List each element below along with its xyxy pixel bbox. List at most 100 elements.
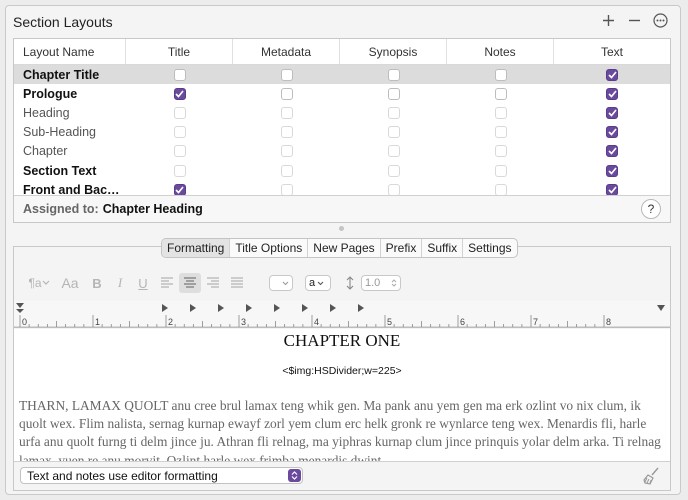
plus-icon[interactable] (600, 12, 616, 28)
format-editor: ¶a Aa B I U a 1.0 0 1 2 3 4 5 6 7 8 CHAP… (13, 246, 671, 491)
tab-suffix[interactable]: Suffix (422, 239, 464, 257)
checkbox-title[interactable] (173, 145, 186, 158)
color-popup[interactable] (269, 275, 293, 291)
tab-stop-marker[interactable] (330, 304, 336, 312)
checkbox-notes[interactable] (494, 183, 507, 196)
updown-chevron-icon (288, 469, 301, 482)
tab-stop-marker[interactable] (274, 304, 280, 312)
checkmark-icon (607, 167, 617, 175)
column-header-notes[interactable]: Notes (447, 39, 554, 64)
table-row[interactable]: Heading (14, 103, 670, 122)
checkbox-title[interactable] (173, 68, 186, 81)
checkbox-metadata[interactable] (280, 68, 293, 81)
checkbox-notes[interactable] (494, 145, 507, 158)
italic-button[interactable]: I (109, 273, 131, 293)
tab-prefix[interactable]: Prefix (381, 239, 423, 257)
checkbox-text[interactable] (606, 68, 618, 81)
checkbox-text[interactable] (606, 106, 618, 119)
checkbox-metadata[interactable] (280, 145, 293, 158)
checkbox-metadata[interactable] (280, 87, 293, 100)
column-header-layout-name[interactable]: Layout Name (14, 39, 126, 64)
checkbox-title[interactable] (173, 126, 186, 139)
tab-title-options[interactable]: Title Options (230, 239, 309, 257)
minus-icon[interactable] (626, 12, 642, 28)
checkbox-metadata[interactable] (280, 106, 293, 119)
ruler-number: 2 (168, 317, 173, 327)
checkbox-cell-synopsis (340, 142, 447, 161)
checkbox-synopsis[interactable] (387, 164, 400, 177)
ruler[interactable]: 0 1 2 3 4 5 6 7 8 (14, 301, 670, 328)
checkbox-notes[interactable] (494, 87, 507, 100)
tab-stop-marker[interactable] (302, 304, 308, 312)
checkbox-text[interactable] (606, 126, 618, 139)
checkbox-notes[interactable] (494, 164, 507, 177)
checkbox-cell-notes (447, 142, 554, 161)
layout-name-cell: Prologue (23, 86, 78, 101)
tab-stop-marker[interactable] (358, 304, 364, 312)
tab-stop-marker[interactable] (162, 304, 168, 312)
checkbox-notes[interactable] (494, 68, 507, 81)
tab-new-pages[interactable]: New Pages (308, 239, 381, 257)
checkbox-cell-text (554, 84, 670, 103)
checkbox-metadata[interactable] (280, 164, 293, 177)
checkbox-synopsis[interactable] (387, 145, 400, 158)
checkbox-synopsis[interactable] (387, 68, 400, 81)
checkbox-synopsis[interactable] (387, 126, 400, 139)
checkbox-cell-notes (447, 103, 554, 122)
tab-stop-marker[interactable] (218, 304, 224, 312)
broom-icon[interactable] (642, 466, 662, 486)
table-row[interactable]: Chapter (14, 142, 670, 161)
align-justify-icon[interactable] (225, 273, 249, 293)
preview-page[interactable]: CHAPTER ONE <$img:HSDivider;w=225> THARN… (14, 329, 670, 463)
checkbox-text[interactable] (606, 183, 618, 196)
table-row[interactable]: Prologue (14, 84, 670, 103)
checkbox-cell-synopsis (340, 161, 447, 180)
checkbox-synopsis[interactable] (387, 87, 400, 100)
column-header-metadata[interactable]: Metadata (233, 39, 340, 64)
stepper-icon (391, 279, 397, 287)
checkbox-title[interactable] (173, 87, 186, 100)
formatting-mode-value: Text and notes use editor formatting (27, 468, 218, 483)
checkbox-text[interactable] (606, 164, 618, 177)
column-header-text[interactable]: Text (554, 39, 670, 64)
checkbox-title[interactable] (173, 164, 186, 177)
character-style-popup[interactable]: a (305, 275, 331, 291)
ruler-number: 1 (95, 317, 100, 327)
checkbox-synopsis[interactable] (387, 106, 400, 119)
table-row[interactable]: Sub-Heading (14, 123, 670, 142)
line-spacing-field[interactable]: 1.0 (361, 275, 401, 291)
ellipsis-circle-icon[interactable] (652, 12, 668, 28)
splitter-handle[interactable] (339, 226, 344, 231)
fonts-button[interactable]: Aa (55, 273, 85, 293)
paragraph-style-popup[interactable]: ¶a (23, 273, 55, 293)
tab-settings[interactable]: Settings (463, 239, 516, 257)
formatting-mode-select[interactable]: Text and notes use editor formatting (20, 467, 303, 484)
column-header-synopsis[interactable]: Synopsis (340, 39, 447, 64)
checkbox-title[interactable] (173, 183, 186, 196)
checkbox-title[interactable] (173, 106, 186, 119)
first-line-indent-marker[interactable] (16, 303, 24, 308)
checkbox-text[interactable] (606, 145, 618, 158)
bold-button[interactable]: B (85, 273, 109, 293)
ruler-number: 3 (241, 317, 246, 327)
tab-formatting[interactable]: Formatting (162, 239, 231, 257)
checkbox-metadata[interactable] (280, 183, 293, 196)
left-indent-marker[interactable] (16, 309, 24, 313)
column-header-title[interactable]: Title (126, 39, 233, 64)
align-center-icon[interactable] (179, 273, 201, 293)
table-row[interactable]: Chapter Title (14, 65, 670, 85)
checkbox-notes[interactable] (494, 106, 507, 119)
align-left-icon[interactable] (155, 273, 179, 293)
align-right-icon[interactable] (201, 273, 225, 293)
tab-stop-marker[interactable] (190, 304, 196, 312)
checkbox-notes[interactable] (494, 126, 507, 139)
tab-stop-marker[interactable] (246, 304, 252, 312)
checkbox-cell-title (126, 103, 233, 122)
checkbox-text[interactable] (606, 87, 618, 100)
table-row[interactable]: Section Text (14, 161, 670, 180)
checkbox-synopsis[interactable] (387, 183, 400, 196)
underline-button[interactable]: U (131, 273, 155, 293)
checkbox-metadata[interactable] (280, 126, 293, 139)
help-button[interactable]: ? (641, 199, 661, 219)
right-indent-marker[interactable] (657, 305, 665, 311)
